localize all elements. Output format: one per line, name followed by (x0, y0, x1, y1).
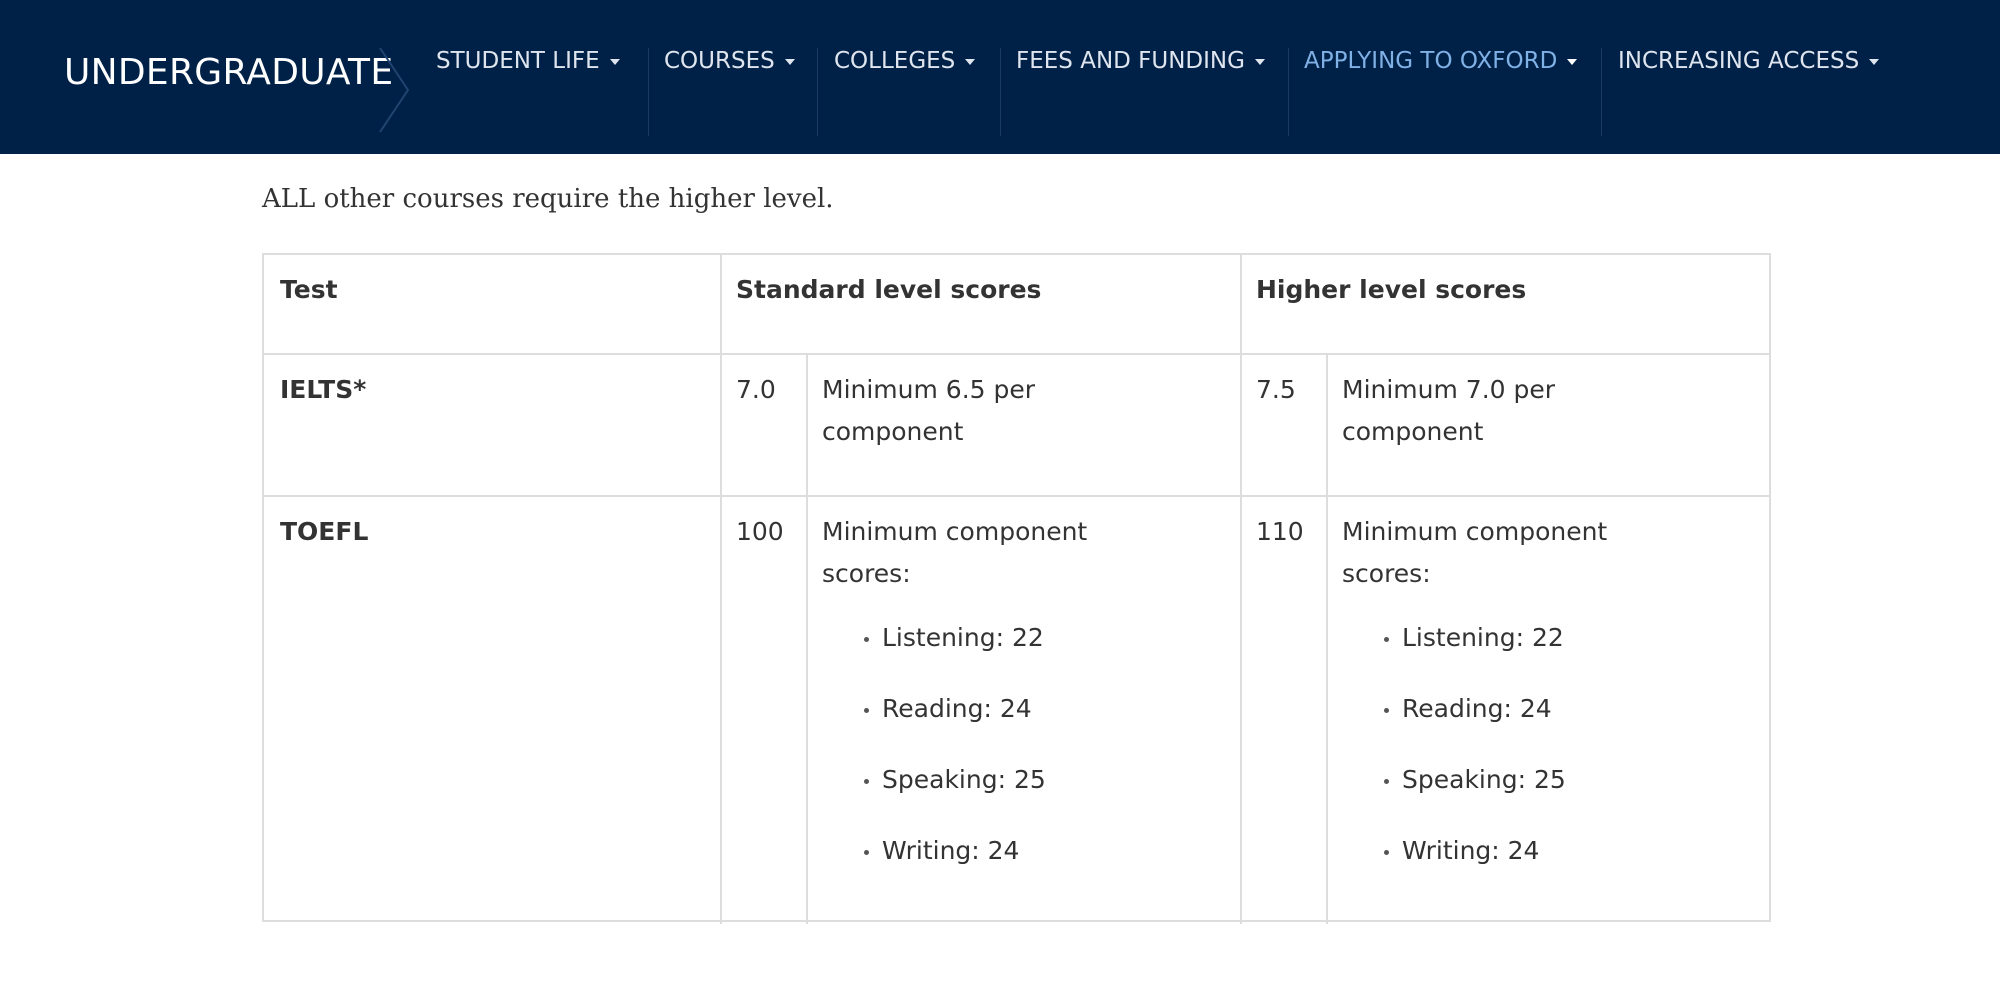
detail-line: component (1342, 417, 1484, 446)
standard-component-list: Listening: 22 Reading: 24 Speaking: 25 W… (864, 617, 1046, 901)
test-name-ielts: IELTS* (280, 375, 367, 404)
standard-score-toefl: 100 (736, 517, 784, 546)
list-item: Reading: 24 (864, 688, 1046, 759)
chevron-down-icon (965, 59, 976, 65)
nav-item-applying-to-oxford[interactable]: APPLYING TO OXFORD (1304, 48, 1578, 148)
chevron-down-icon (1254, 59, 1265, 65)
list-item: Listening: 22 (864, 617, 1046, 688)
table-divider (1240, 255, 1242, 924)
list-item: Reading: 24 (1384, 688, 1566, 759)
nav-item-label: APPLYING TO OXFORD (1304, 48, 1558, 74)
column-header-standard-level: Standard level scores (736, 275, 1042, 304)
nav-divider (1288, 48, 1289, 136)
table-divider (264, 495, 1769, 497)
nav-item-increasing-access[interactable]: INCREASING ACCESS (1618, 48, 1880, 148)
top-navigation: UNDERGRADUATE STUDENT LIFE COURSES COLLE… (0, 0, 2000, 154)
detail-line: scores: (1342, 559, 1431, 588)
higher-score-ielts: 7.5 (1256, 375, 1296, 404)
standard-score-ielts: 7.0 (736, 375, 776, 404)
higher-detail-ielts: Minimum 7.0 per component (1342, 369, 1555, 453)
english-test-scores-table: Test Standard level scores Higher level … (262, 253, 1771, 924)
nav-item-courses[interactable]: COURSES (664, 48, 795, 148)
chevron-down-icon (784, 59, 795, 65)
table-divider (264, 353, 1769, 355)
breadcrumb-chevron-icon (379, 47, 410, 133)
nav-divider (817, 48, 818, 136)
list-item: Speaking: 25 (864, 759, 1046, 830)
detail-line: Minimum component (822, 517, 1088, 546)
nav-item-label: STUDENT LIFE (436, 48, 600, 74)
higher-component-list: Listening: 22 Reading: 24 Speaking: 25 W… (1384, 617, 1566, 901)
table-divider (720, 255, 722, 924)
nav-divider (1601, 48, 1602, 136)
higher-detail-toefl: Minimum component scores: (1342, 511, 1607, 595)
standard-detail-ielts: Minimum 6.5 per component (822, 369, 1035, 453)
nav-item-student-life[interactable]: STUDENT LIFE (436, 48, 620, 148)
detail-line: Minimum 7.0 per (1342, 375, 1556, 404)
nav-item-label: INCREASING ACCESS (1618, 48, 1860, 74)
site-section-title[interactable]: UNDERGRADUATE (64, 52, 393, 93)
detail-line: Minimum component (1342, 517, 1608, 546)
detail-line: component (822, 417, 964, 446)
test-name-toefl: TOEFL (280, 517, 369, 546)
list-item: Writing: 24 (1384, 830, 1566, 901)
detail-line: scores: (822, 559, 911, 588)
nav-item-label: COLLEGES (834, 48, 956, 74)
list-item: Speaking: 25 (1384, 759, 1566, 830)
nav-divider (1000, 48, 1001, 136)
list-item: Listening: 22 (1384, 617, 1566, 688)
standard-detail-toefl: Minimum component scores: (822, 511, 1087, 595)
column-header-higher-level: Higher level scores (1256, 275, 1527, 304)
higher-score-toefl: 110 (1256, 517, 1304, 546)
chevron-down-icon (1869, 59, 1880, 65)
nav-item-label: FEES AND FUNDING (1016, 48, 1245, 74)
nav-item-fees-and-funding[interactable]: FEES AND FUNDING (1016, 48, 1265, 148)
chevron-down-icon (609, 59, 620, 65)
list-item: Writing: 24 (864, 830, 1046, 901)
nav-divider (648, 48, 649, 136)
chevron-down-icon (1567, 59, 1578, 65)
column-header-test: Test (280, 275, 338, 304)
intro-text: ALL other courses require the higher lev… (262, 184, 834, 214)
nav-item-label: COURSES (664, 48, 775, 74)
detail-line: Minimum 6.5 per (822, 375, 1036, 404)
table-divider (806, 354, 808, 924)
table-divider (264, 920, 1769, 922)
nav-item-colleges[interactable]: COLLEGES (834, 48, 976, 148)
table-divider (1326, 354, 1328, 924)
